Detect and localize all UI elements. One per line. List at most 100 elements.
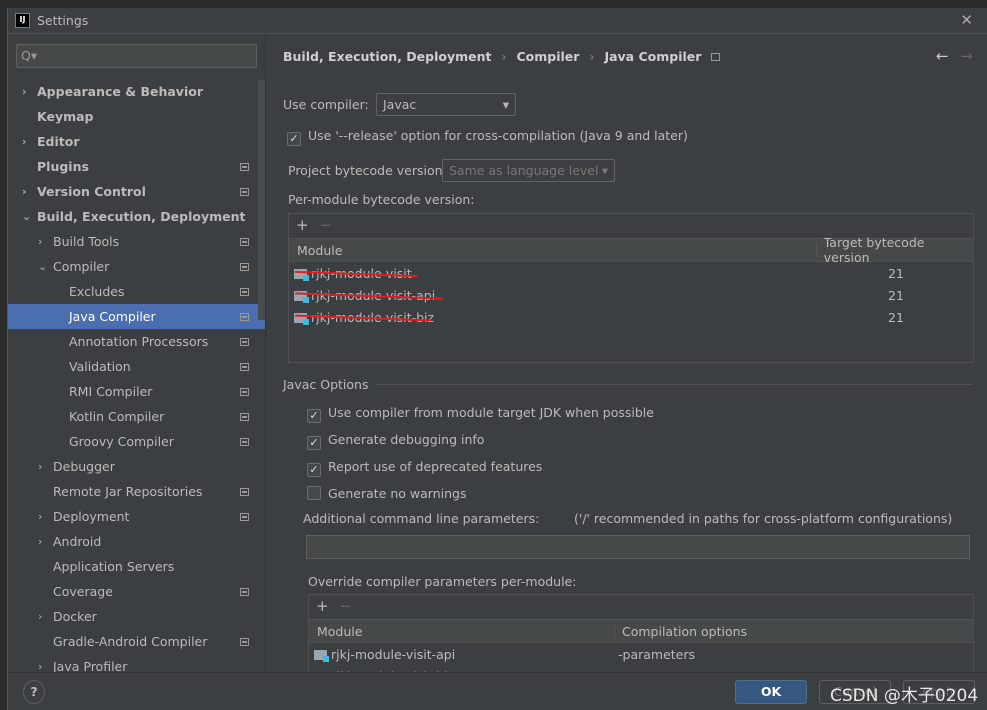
sidebar-item-label: Validation — [69, 359, 131, 374]
breadcrumb-item[interactable]: Compiler — [516, 49, 579, 64]
remove-icon[interactable]: − — [339, 597, 352, 615]
sidebar-item[interactable]: Gradle-Android Compiler — [8, 629, 265, 654]
dialog-footer: ? OK Cancel Apply CSDN @木子0204 — [8, 672, 987, 710]
bytecode-module-table: + − ModuleTarget bytecode version rjkj-m… — [288, 213, 974, 363]
back-arrow-icon[interactable]: ← — [936, 47, 949, 65]
sidebar-item[interactable]: › Android — [8, 529, 265, 554]
sidebar-item[interactable]: ⌄ Compiler — [8, 254, 265, 279]
compilation-options[interactable]: -parameters — [615, 647, 695, 662]
additional-params-hint: ('/' recommended in paths for cross-plat… — [574, 511, 953, 526]
option-checkbox[interactable]: ✓ Generate debugging info — [307, 432, 484, 450]
sidebar-item[interactable]: Validation — [8, 354, 265, 379]
option-label: Generate debugging info — [328, 432, 485, 447]
sidebar-item-label: Coverage — [53, 584, 113, 599]
add-icon[interactable]: + — [296, 216, 309, 234]
sidebar-item[interactable]: Plugins — [8, 154, 265, 179]
column-header-target[interactable]: Target bytecode version — [817, 235, 973, 265]
ok-button[interactable]: OK — [735, 680, 807, 704]
project-scope-icon — [240, 412, 249, 421]
intellij-logo-icon: IJ — [15, 13, 30, 28]
sidebar-item-label: Groovy Compiler — [69, 434, 174, 449]
sidebar-item-label: Compiler — [53, 259, 110, 274]
sidebar-item[interactable]: Coverage — [8, 579, 265, 604]
chevron-icon[interactable]: › — [38, 610, 50, 623]
release-option-label: Use '--release' option for cross-compila… — [308, 128, 688, 143]
sidebar-item-label: Gradle-Android Compiler — [53, 634, 208, 649]
breadcrumb-item: Java Compiler — [604, 49, 702, 64]
additional-params-input[interactable] — [306, 535, 970, 559]
sidebar-scrollbar[interactable] — [258, 80, 265, 320]
release-option-checkbox[interactable]: ✓ Use '--release' option for cross-compil… — [287, 128, 688, 146]
option-checkbox[interactable]: ✓ Report use of deprecated features — [307, 459, 542, 477]
target-version[interactable]: 21 — [821, 288, 971, 303]
chevron-icon[interactable]: › — [22, 135, 34, 148]
sidebar-item[interactable]: Java Compiler — [8, 304, 265, 329]
javac-options-section: Javac Options — [283, 377, 973, 392]
column-header-module[interactable]: Module — [309, 623, 615, 639]
sidebar-item[interactable]: › Version Control — [8, 179, 265, 204]
project-bytecode-select[interactable]: Same as language level ▾ — [442, 159, 615, 182]
breadcrumb: Build, Execution, Deployment › Compiler › … — [283, 49, 721, 64]
project-scope-icon — [240, 337, 249, 346]
remove-icon[interactable]: − — [319, 216, 332, 234]
chevron-icon[interactable]: › — [38, 535, 50, 548]
sidebar-item[interactable]: Annotation Processors — [8, 329, 265, 354]
chevron-down-icon: ▾ — [601, 163, 608, 178]
project-scope-icon — [240, 237, 249, 246]
table-row[interactable]: rjkj-module-visit21 — [289, 262, 973, 284]
sidebar-item[interactable]: Application Servers — [8, 554, 265, 579]
chevron-icon[interactable]: › — [38, 510, 50, 523]
target-version[interactable]: 21 — [821, 266, 971, 281]
option-checkbox[interactable]: Generate no warnings — [307, 486, 466, 501]
sidebar-item[interactable]: Remote Jar Repositories — [8, 479, 265, 504]
option-checkbox[interactable]: ✓ Use compiler from module target JDK whe… — [307, 405, 654, 423]
close-icon[interactable]: ✕ — [960, 11, 973, 29]
sidebar-item[interactable]: › Docker — [8, 604, 265, 629]
sidebar-item[interactable]: › Deployment — [8, 504, 265, 529]
sidebar-item-label: Version Control — [37, 184, 146, 199]
sidebar-item[interactable]: ⌄ Build, Execution, Deployment — [8, 204, 265, 229]
sidebar-item[interactable]: › Build Tools — [8, 229, 265, 254]
sidebar-item[interactable]: Kotlin Compiler — [8, 404, 265, 429]
forward-arrow-icon[interactable]: → — [960, 47, 973, 65]
chevron-icon[interactable]: › — [22, 185, 34, 198]
chevron-icon[interactable]: › — [22, 85, 34, 98]
override-table: + − Module Compilation options rjkj-modul… — [308, 594, 974, 672]
sidebar-item-label: Docker — [53, 609, 97, 624]
sidebar-item-label: Build, Execution, Deployment — [37, 209, 246, 224]
sidebar-item[interactable]: Keymap — [8, 104, 265, 129]
chevron-icon[interactable]: › — [38, 460, 50, 473]
project-scope-icon — [240, 312, 249, 321]
chevron-icon[interactable]: ⌄ — [38, 260, 50, 273]
add-icon[interactable]: + — [316, 597, 329, 615]
column-header-options[interactable]: Compilation options — [615, 624, 747, 639]
sidebar-item[interactable]: Groovy Compiler — [8, 429, 265, 454]
sidebar-item-label: Android — [53, 534, 102, 549]
project-scope-icon — [240, 362, 249, 371]
column-header-module[interactable]: Module — [289, 242, 817, 258]
table-row[interactable]: rjkj-module-visit-api21 — [289, 284, 973, 306]
option-label: Generate no warnings — [328, 486, 467, 501]
module-name: rjkj-module-visit-api — [331, 646, 456, 662]
target-version[interactable]: 21 — [821, 310, 971, 325]
sidebar-item[interactable]: › Editor — [8, 129, 265, 154]
breadcrumb-item[interactable]: Build, Execution, Deployment — [283, 49, 491, 64]
checkbox-icon — [307, 486, 321, 500]
table-row[interactable]: rjkj-module-visit-biz-parameters — [309, 665, 973, 672]
help-button[interactable]: ? — [23, 680, 45, 704]
table-row[interactable]: rjkj-module-visit-biz21 — [289, 306, 973, 328]
settings-search-input[interactable]: Q▾ — [16, 44, 257, 68]
sidebar-item-label: Appearance & Behavior — [37, 84, 203, 99]
sidebar-item[interactable]: Excludes — [8, 279, 265, 304]
chevron-icon[interactable]: ⌄ — [22, 210, 34, 223]
sidebar-item-label: RMI Compiler — [69, 384, 153, 399]
sidebar-item[interactable]: RMI Compiler — [8, 379, 265, 404]
compiler-select[interactable]: Javac ▾ — [376, 93, 516, 116]
sidebar-item[interactable]: › Appearance & Behavior — [8, 79, 265, 104]
table-row[interactable]: rjkj-module-visit-api -parameters — [309, 643, 973, 665]
sidebar-item[interactable]: › Debugger — [8, 454, 265, 479]
chevron-icon[interactable]: › — [38, 235, 50, 248]
checkbox-icon: ✓ — [287, 132, 301, 146]
editor-background — [0, 0, 987, 8]
option-label: Use compiler from module target JDK when… — [328, 405, 654, 420]
